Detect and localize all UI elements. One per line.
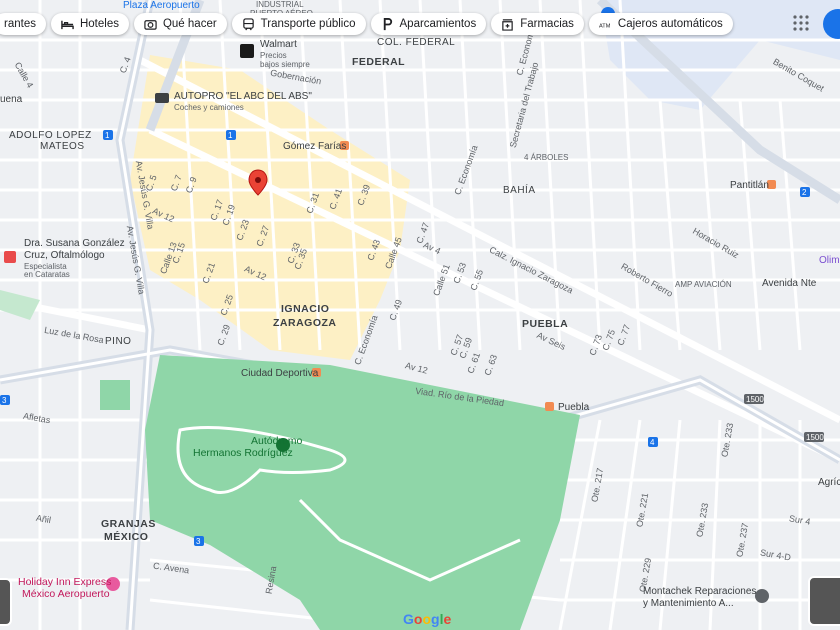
neighborhood-label: MATEOS [40,141,85,152]
chip-parking[interactable]: Aparcamientos [370,13,487,35]
camera-icon [144,19,157,30]
neighborhood-label: uena [0,94,23,105]
street-label: Avenida Nte [762,278,817,289]
category-chips: rantes Hoteles Qué hacer Transporte públ… [0,13,733,35]
highway-shield-number: 1500 [806,433,824,442]
neighborhood-label: MÉXICO [104,531,149,543]
poi-label-hotel[interactable]: Holiday Inn Express [18,576,111,588]
svg-text:ATM: ATM [599,23,611,29]
neighborhood-label: INDUSTRIAL [256,0,304,9]
poi-label[interactable]: Olim [819,255,840,266]
neighborhood-label: COL. FEDERAL [377,37,456,48]
neighborhood-label: ADOLFO LOPEZ [9,130,92,141]
poi-sublabel: Coches y camiones [174,103,244,112]
poi-label-station[interactable]: Ciudad Deportiva [241,368,318,379]
street-label: Agríc [818,477,840,488]
poi-label-walmart[interactable]: Walmart [260,39,297,50]
poi-label-business[interactable]: y Mantenimiento A... [643,598,734,609]
neighborhood-label: BAHÍA [503,185,536,196]
chip-restaurants[interactable]: rantes [0,13,46,35]
poi-label-station[interactable]: Gómez Farías [283,141,346,152]
poi-label-autopro[interactable]: AUTOPRO "EL ABC DEL ABS" [174,91,312,102]
neighborhood-label: PINO [105,336,132,347]
neighborhood-label: PUEBLA [522,318,569,330]
poi-label-hotel[interactable]: México Aeropuerto [22,588,110,600]
chip-label: rantes [4,18,36,30]
bed-icon [61,20,74,29]
highway-shield-number: 1500 [746,395,764,404]
poi-label-doctor[interactable]: Cruz, Oftalmólogo [24,250,105,261]
poi-label-station[interactable]: Puebla [558,402,589,413]
chip-transit[interactable]: Transporte público [231,13,366,35]
poi-label-autodromo[interactable]: Hermanos Rodríguez [193,447,293,459]
train-icon [242,17,254,30]
street-view-thumbnail-right[interactable] [808,576,840,626]
chip-pharmacies[interactable]: Farmacias [491,13,584,35]
highway-shield-number: 1 [105,131,110,140]
highway-shield-number: 3 [196,537,201,546]
chip-label: Qué hacer [162,18,217,30]
poi-label-station[interactable]: Pantitlán [730,180,769,191]
chip-label: Cajeros automáticos [617,18,723,30]
poi-label[interactable]: Plaza Aeropuerto [123,0,200,11]
poi-label: AMP AVIACIÓN [675,280,732,289]
chip-atms[interactable]: ATM Cajeros automáticos [588,13,733,35]
chip-label: Transporte público [260,18,356,30]
apps-grid-icon[interactable] [792,14,810,32]
poi-sublabel: en Cataratas [24,270,70,279]
chip-things-to-do[interactable]: Qué hacer [133,13,227,35]
highway-shield-number: 3 [2,396,7,405]
neighborhood-label: IGNACIO [281,303,330,315]
google-logo: Google [403,611,452,627]
street-view-thumbnail-left[interactable] [0,578,12,626]
poi-label-business[interactable]: Montachek Reparaciones [643,586,756,597]
parking-icon [383,17,392,30]
chip-label: Farmacias [520,18,574,30]
neighborhood-label: ZARAGOZA [273,317,337,329]
poi-sublabel: bajos siempre [260,60,310,69]
neighborhood-label: 4 ÁRBOLES [524,153,569,162]
highway-shield-number: 2 [802,188,807,197]
highway-shield-number: 4 [650,438,655,447]
poi-sublabel: Precios [260,51,287,60]
neighborhood-label: GRANJAS [101,518,156,530]
neighborhood-label: FEDERAL [352,56,406,68]
chip-label: Hoteles [79,18,119,30]
atm-icon: ATM [599,23,611,29]
poi-label-doctor[interactable]: Dra. Susana González [24,238,125,249]
highway-shield-number: 1 [228,131,233,140]
chip-hotels[interactable]: Hoteles [50,13,129,35]
pharmacy-icon [502,18,513,31]
chip-label: Aparcamientos [399,18,477,30]
poi-label-autodromo[interactable]: Autódromo [251,435,302,447]
